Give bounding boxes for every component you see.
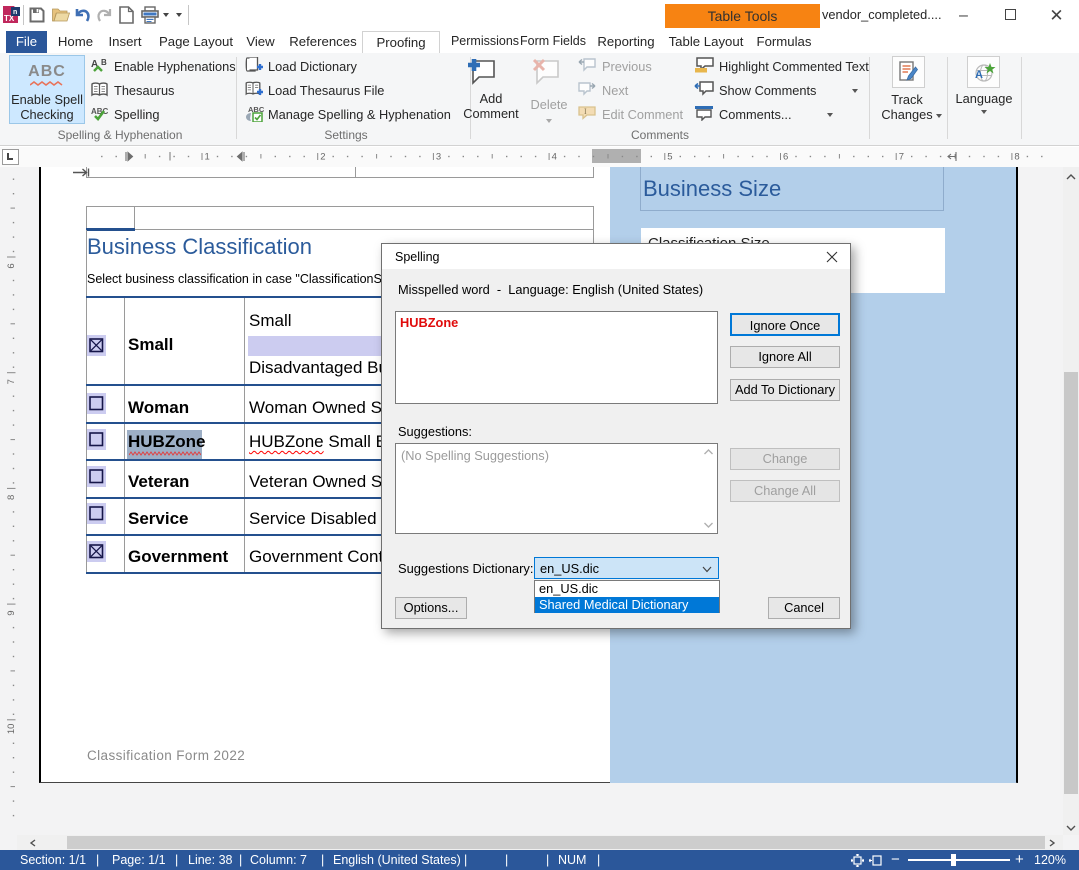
svg-text:3: 3 [436, 152, 441, 163]
svg-text:A: A [975, 69, 983, 81]
svg-text:4: 4 [552, 152, 557, 163]
svg-text:9: 9 [6, 610, 17, 615]
svg-text:10: 10 [6, 724, 17, 735]
svg-text:5: 5 [667, 152, 672, 163]
svg-text:1: 1 [205, 152, 210, 163]
svg-text:6: 6 [6, 263, 17, 268]
svg-text:8: 8 [1014, 152, 1019, 163]
svg-text:8: 8 [6, 495, 17, 500]
svg-text:n: n [13, 9, 17, 16]
svg-text:B: B [101, 58, 107, 67]
svg-text:7: 7 [899, 152, 904, 163]
svg-text:7: 7 [6, 379, 17, 384]
svg-text:I: I [584, 107, 587, 116]
svg-text:6: 6 [783, 152, 788, 163]
svg-text:2: 2 [320, 152, 325, 163]
